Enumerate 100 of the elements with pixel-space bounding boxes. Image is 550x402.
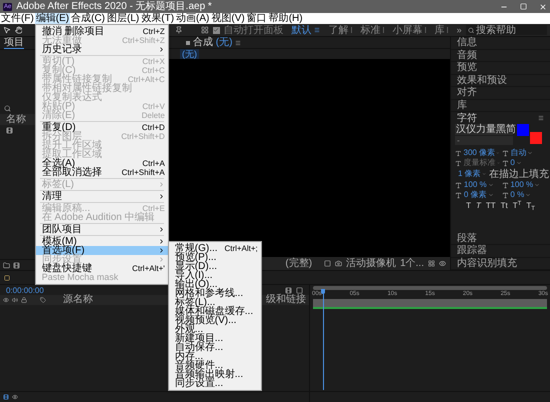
fill-swatch[interactable] <box>517 124 529 136</box>
menu-title[interactable]: 窗口 <box>246 13 268 24</box>
workspace-menu-icon[interactable] <box>314 27 320 33</box>
menu-title[interactable]: 动画(A) <box>175 13 210 24</box>
text-style-button[interactable]: TT <box>486 201 496 211</box>
text-style-button[interactable]: Tt <box>500 201 508 211</box>
value-dropdown[interactable]: 自动 <box>510 148 546 158</box>
workspace-tab[interactable]: 库 <box>434 24 445 36</box>
menu-title[interactable]: 编辑(E) <box>34 13 70 24</box>
menu-item[interactable]: 新建项目... <box>168 334 261 343</box>
menu-item[interactable]: 历史记录 <box>36 45 168 54</box>
composition-subtab[interactable]: (无) <box>180 48 199 60</box>
menu-item[interactable]: 网格和参考线... <box>168 289 261 298</box>
menu-item[interactable]: 重复(D) Ctrl+D <box>36 123 168 132</box>
resolution-dropdown[interactable]: (完整) <box>285 258 312 269</box>
panel-title[interactable]: 字符 <box>457 112 477 124</box>
menu-item[interactable]: 全部取消选择 Ctrl+Shift+A <box>36 168 168 177</box>
value-dropdown[interactable]: 1 像素 <box>458 169 486 179</box>
panel-menu-icon[interactable] <box>235 40 242 46</box>
menu-item[interactable]: 音频硬件... <box>168 361 261 370</box>
label-icon[interactable] <box>40 297 46 303</box>
view-icon[interactable] <box>439 260 446 267</box>
audio-icon[interactable] <box>12 297 18 303</box>
column-header[interactable]: 名称 <box>6 114 26 125</box>
checkbox[interactable] <box>212 26 220 34</box>
menu-item[interactable]: 内存... <box>168 352 261 361</box>
value-dropdown[interactable]: 0 像素 <box>464 190 500 200</box>
views-dropdown[interactable]: 1个... <box>400 258 424 269</box>
panel-menu-icon[interactable] <box>538 115 544 121</box>
menu-title[interactable]: 帮助(H) <box>268 13 304 24</box>
value-dropdown[interactable]: 0 <box>510 158 546 168</box>
panel-tab[interactable]: 项目 <box>4 37 24 49</box>
text-style-button[interactable]: T <box>466 201 471 211</box>
panel-title[interactable]: 库 <box>457 100 467 111</box>
panel-title[interactable]: 段落 <box>457 232 477 244</box>
camera-dropdown[interactable]: 活动摄像机 <box>346 258 396 269</box>
panel-title[interactable]: 音频 <box>457 50 477 61</box>
pin-icon[interactable] <box>175 26 184 34</box>
menu-item[interactable]: 预览(P)... <box>168 253 261 262</box>
menu-item[interactable]: 常规(G)... Ctrl+Alt+; <box>168 244 261 253</box>
timecode[interactable]: 0:00:00:00 <box>6 286 44 294</box>
value-dropdown[interactable]: 100 % <box>464 180 500 190</box>
hand-tool-icon[interactable] <box>14 26 22 34</box>
playhead[interactable] <box>321 289 325 390</box>
camera-icon[interactable] <box>335 260 342 267</box>
workspace-tab[interactable]: 了解 <box>328 24 349 36</box>
menu-item[interactable]: 标签(L)... <box>168 298 261 307</box>
menu-item[interactable]: 输出(O)... <box>168 280 261 289</box>
menu-title[interactable]: 合成(C) <box>70 13 106 24</box>
menu-item[interactable]: 外观... <box>168 325 261 334</box>
workspace-tab[interactable]: 默认 <box>292 24 312 36</box>
menu-item[interactable]: 视频预览(V)... <box>168 316 261 325</box>
menu-item[interactable]: 同步设置... <box>168 379 261 388</box>
panel-title[interactable]: 对齐 <box>457 87 477 98</box>
workspace-tab[interactable]: 小屏幕 <box>392 24 423 36</box>
search-field[interactable]: 搜索帮助 <box>466 25 547 35</box>
panel-title[interactable]: 信息 <box>457 37 477 48</box>
column-header[interactable]: 源名称 <box>63 295 93 305</box>
maximize-icon[interactable] <box>520 3 527 10</box>
visibility-icon[interactable] <box>3 297 9 303</box>
workspace-tab[interactable]: 标准 <box>360 24 381 36</box>
value-dropdown[interactable]: 0 % <box>510 190 546 200</box>
menu-item[interactable]: 全选(A) Ctrl+A <box>36 159 168 168</box>
text-style-button[interactable]: T$_{T}$ <box>526 201 535 211</box>
style-dropdown[interactable]: - <box>455 136 513 145</box>
grid-icon[interactable] <box>201 26 209 34</box>
value-dropdown[interactable]: 300 像素 <box>464 148 500 158</box>
menu-item[interactable]: 自动保存... <box>168 343 261 352</box>
menu-item[interactable]: 媒体和磁盘缓存... <box>168 307 261 316</box>
menu-item[interactable]: 撤消 删除项目 Ctrl+Z <box>36 27 168 36</box>
composition-tab[interactable]: 合成 (无) <box>193 37 232 48</box>
menu-item[interactable]: 显示(D)... <box>168 262 261 271</box>
menu-item[interactable]: 键盘快捷键 Ctrl+Alt+' <box>36 264 168 273</box>
menu-item[interactable]: 音频输出映射... <box>168 370 261 379</box>
panel-title[interactable]: 内容识别填充 <box>457 258 517 269</box>
lock-icon[interactable] <box>21 297 27 303</box>
overflow-button[interactable]: » <box>456 25 462 35</box>
panel-title[interactable]: 跟踪器 <box>457 245 487 256</box>
menu-title[interactable]: 效果(T) <box>140 13 176 24</box>
menu-item[interactable]: 团队项目 <box>36 225 168 234</box>
panel-title[interactable]: 预览 <box>457 62 477 74</box>
stroke-mode-dropdown[interactable]: 在描边上填充 <box>489 168 549 180</box>
text-style-button[interactable]: T <box>476 201 481 211</box>
search-icon[interactable] <box>4 104 11 112</box>
layout-icon[interactable] <box>428 260 435 267</box>
column-header[interactable]: 级和链接 <box>266 295 306 305</box>
menu-title[interactable]: 视图(V) <box>210 13 246 24</box>
menu-item[interactable]: 模板(M) <box>36 237 168 246</box>
folder-icon[interactable] <box>3 262 10 268</box>
menu-item[interactable]: 清理 <box>36 192 168 201</box>
font-dropdown[interactable]: 汉仪力量黑简 <box>455 124 513 135</box>
menu-item[interactable]: 导入(I)... <box>168 271 261 280</box>
panel-title[interactable]: 效果和预设 <box>457 74 507 86</box>
text-style-button[interactable]: T$^{T}$ <box>512 201 522 211</box>
menu-title[interactable]: 图层(L) <box>106 13 140 24</box>
value-dropdown[interactable]: 100 % <box>510 180 546 190</box>
close-icon[interactable] <box>539 2 547 10</box>
menu-title[interactable]: 文件(F) <box>0 13 35 24</box>
menu-item[interactable]: 首选项(F) <box>36 246 168 255</box>
stroke-swatch[interactable] <box>530 132 542 144</box>
